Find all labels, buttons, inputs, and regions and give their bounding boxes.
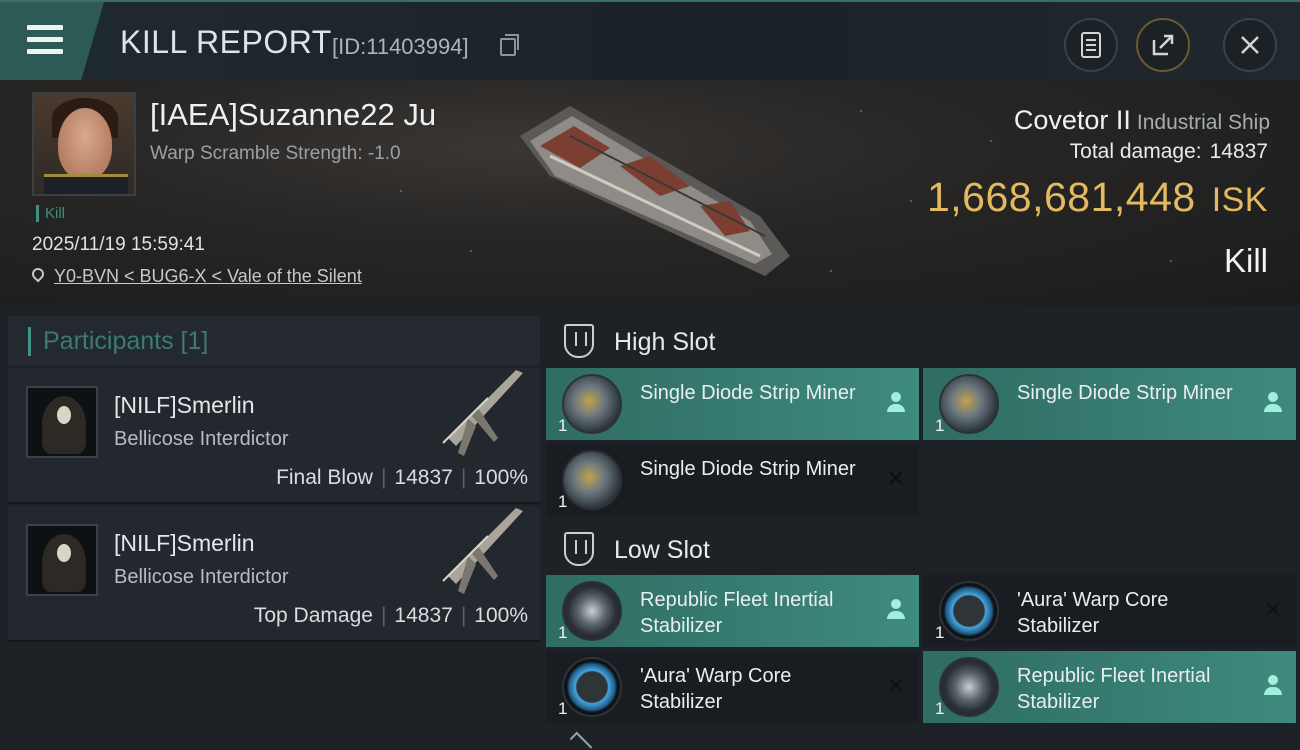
- kill-tag: Kill: [36, 205, 65, 222]
- module-item[interactable]: 1 Republic Fleet Inertial Stabilizer: [923, 651, 1296, 723]
- menu-icon: [27, 25, 63, 55]
- participants-panel: Participants [1] [NILF]Smerlin Bellicose…: [0, 306, 540, 750]
- location[interactable]: Y0-BVN < BUG6-X < Vale of the Silent: [29, 265, 362, 287]
- high-slot-icon: [564, 324, 594, 358]
- module-name: Republic Fleet Inertial Stabilizer: [640, 589, 834, 637]
- participant-role: Final Blow: [276, 466, 373, 489]
- victim-portrait[interactable]: [32, 92, 136, 196]
- participant-avatar: [26, 386, 98, 458]
- destroyed-x-icon: ✕: [886, 466, 905, 491]
- module-quantity: 1: [558, 492, 568, 511]
- participant-damage: 14837: [394, 604, 453, 627]
- location-link[interactable]: Y0-BVN < BUG6-X < Vale of the Silent: [54, 266, 362, 286]
- module-quantity: 1: [935, 699, 945, 718]
- participant-row[interactable]: [NILF]Smerlin Bellicose Interdictor Top …: [8, 506, 540, 642]
- total-damage-label: Total damage:: [1069, 140, 1202, 163]
- participant-stats: Top Damage | 14837 | 100%: [253, 604, 528, 627]
- module-item[interactable]: 1 'Aura' Warp Core Stabilizer ✕: [546, 651, 919, 723]
- strip-miner-icon: [562, 374, 622, 434]
- participant-percent: 100%: [474, 604, 528, 627]
- module-item[interactable]: 1 Single Diode Strip Miner ✕: [546, 444, 919, 516]
- warp-scramble-strength: Warp Scramble Strength: -1.0: [150, 143, 401, 164]
- participants-header: Participants [1]: [8, 316, 540, 366]
- dropped-person-icon: [1264, 392, 1282, 414]
- low-slot-icon: [564, 532, 594, 566]
- inertial-stabilizer-icon: [939, 657, 999, 717]
- share-button[interactable]: [1136, 18, 1190, 72]
- module-name: Single Diode Strip Miner: [640, 382, 856, 404]
- location-pin-icon: [29, 265, 47, 283]
- document-icon: [1081, 32, 1101, 58]
- total-damage: Total damage: 14837: [1070, 140, 1268, 164]
- total-damage-value: 14837: [1209, 140, 1268, 163]
- participant-ship: Bellicose Interdictor: [114, 428, 289, 450]
- menu-button[interactable]: [0, 2, 104, 80]
- participants-title: Participants [1]: [28, 327, 208, 356]
- participant-stats: Final Blow | 14837 | 100%: [276, 466, 528, 489]
- strip-miner-icon: [939, 374, 999, 434]
- participant-percent: 100%: [474, 466, 528, 489]
- module-quantity: 1: [558, 623, 568, 642]
- close-button[interactable]: [1223, 18, 1277, 72]
- participant-ship-image: [442, 508, 523, 594]
- module-quantity: 1: [558, 699, 568, 718]
- participant-avatar: [26, 524, 98, 596]
- ship-name: Covetor II: [1013, 105, 1131, 135]
- kill-status: Kill: [1223, 242, 1268, 279]
- participant-damage: 14837: [394, 466, 453, 489]
- high-slot-header: High Slot: [550, 316, 1300, 366]
- isk-amount: 1,668,681,448: [926, 174, 1196, 220]
- page-title: KILL REPORT: [120, 24, 332, 60]
- participant-ship: Bellicose Interdictor: [114, 566, 289, 588]
- participant-row[interactable]: [NILF]Smerlin Bellicose Interdictor Fina…: [8, 368, 540, 504]
- victim-ship-image: [520, 106, 790, 276]
- copy-icon[interactable]: [500, 34, 519, 56]
- victim-ship[interactable]: Covetor II Industrial Ship: [1014, 105, 1270, 136]
- chevron-up-icon[interactable]: [569, 731, 593, 750]
- victim-name[interactable]: [IAEA]Suzanne22 Ju: [150, 97, 436, 133]
- destroyed-x-icon: ✕: [1263, 597, 1282, 622]
- low-slot-label: Low Slot: [614, 536, 710, 564]
- participant-name: [NILF]Smerlin: [114, 392, 255, 418]
- strip-miner-icon: [562, 450, 622, 510]
- module-quantity: 1: [935, 623, 945, 642]
- module-name: 'Aura' Warp Core Stabilizer: [640, 665, 792, 713]
- dropped-person-icon: [1264, 675, 1282, 697]
- fitting-panel: High Slot 1 Single Diode Strip Miner 1 S…: [540, 306, 1300, 750]
- module-name: Single Diode Strip Miner: [1017, 382, 1233, 404]
- module-quantity: 1: [558, 416, 568, 435]
- isk-value: 1,668,681,448 ISK: [927, 174, 1268, 221]
- destroyed-x-icon: ✕: [886, 673, 905, 698]
- low-slot-header: Low Slot: [550, 524, 1300, 574]
- module-name: Republic Fleet Inertial Stabilizer: [1017, 665, 1211, 713]
- module-quantity: 1: [935, 416, 945, 435]
- participant-role: Top Damage: [253, 604, 373, 627]
- warp-core-stabilizer-icon: [939, 581, 999, 641]
- kill-timestamp: 2025/11/19 15:59:41: [32, 234, 205, 255]
- module-name: Single Diode Strip Miner: [640, 458, 856, 480]
- participant-name: [NILF]Smerlin: [114, 530, 255, 556]
- dropped-person-icon: [887, 599, 905, 621]
- participant-ship-image: [442, 370, 523, 456]
- module-item[interactable]: 1 'Aura' Warp Core Stabilizer ✕: [923, 575, 1296, 647]
- warp-core-stabilizer-icon: [562, 657, 622, 717]
- high-slot-label: High Slot: [614, 328, 716, 356]
- share-icon: [1152, 34, 1174, 56]
- ship-class: Industrial Ship: [1136, 111, 1270, 134]
- header-bar: KILL REPORT [ID:11403994]: [0, 0, 1300, 80]
- module-item[interactable]: 1 Single Diode Strip Miner: [546, 368, 919, 440]
- victim-banner: [IAEA]Suzanne22 Ju Warp Scramble Strengt…: [0, 80, 1300, 306]
- close-icon: [1241, 36, 1259, 54]
- dropped-person-icon: [887, 392, 905, 414]
- module-item[interactable]: 1 Republic Fleet Inertial Stabilizer: [546, 575, 919, 647]
- isk-unit: ISK: [1211, 181, 1268, 219]
- report-id: [ID:11403994]: [332, 34, 469, 59]
- module-name: 'Aura' Warp Core Stabilizer: [1017, 589, 1169, 637]
- module-item[interactable]: 1 Single Diode Strip Miner: [923, 368, 1296, 440]
- inertial-stabilizer-icon: [562, 581, 622, 641]
- document-button[interactable]: [1064, 18, 1118, 72]
